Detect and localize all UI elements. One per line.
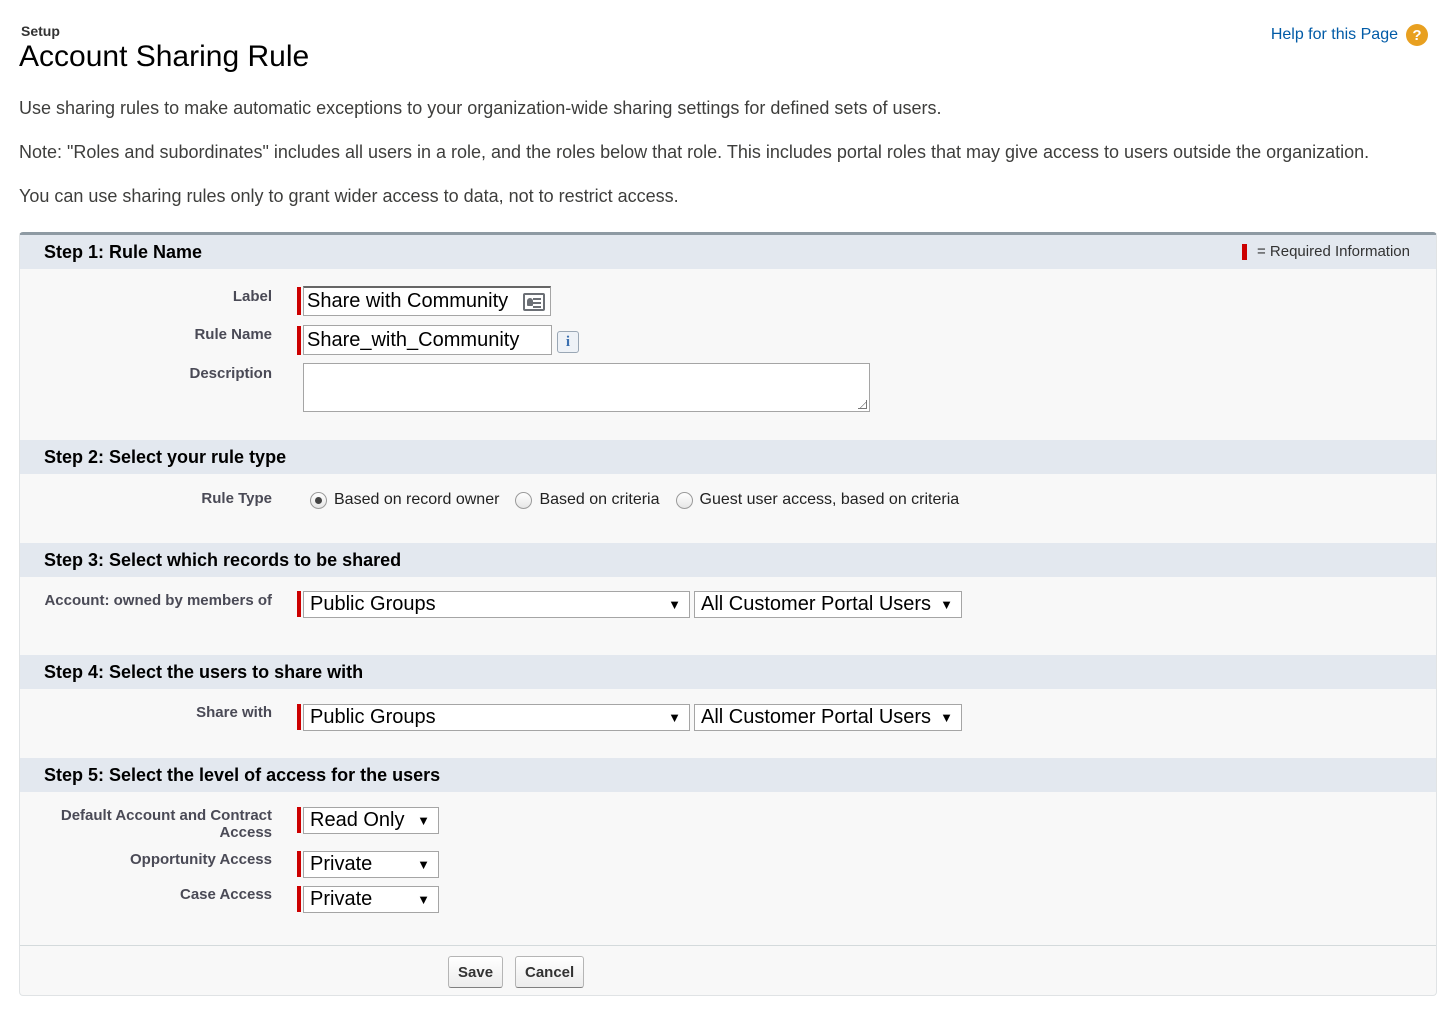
radio-unchecked-icon[interactable] — [675, 491, 693, 509]
dropdown-arrow-icon: ▼ — [417, 813, 430, 828]
owned-by-group-value: All Customer Portal Users — [701, 593, 932, 615]
owned-by-type-select[interactable]: Public Groups ▼ — [303, 591, 690, 618]
sharing-rule-form: Step 1: Rule Name = Required Information… — [19, 232, 1437, 996]
required-marker — [297, 886, 301, 912]
setup-eyebrow: Setup — [21, 23, 60, 39]
info-icon[interactable]: i — [557, 331, 579, 353]
rule-type-option-label: Based on criteria — [539, 491, 660, 508]
opportunity-access-select[interactable]: Private ▼ — [303, 851, 439, 878]
rule-type-radio-group: Based on record owner Based on criteria … — [310, 491, 975, 509]
rule-type-option-record-owner[interactable]: Based on record owner — [310, 491, 499, 509]
required-marker — [297, 326, 301, 355]
resize-handle-icon[interactable] — [858, 400, 867, 409]
rule-type-option-guest-user[interactable]: Guest user access, based on criteria — [675, 491, 960, 509]
share-with-group-value: All Customer Portal Users — [701, 706, 932, 728]
label-input[interactable]: Share with Community — [303, 286, 551, 316]
share-with-field-label: Share with — [196, 704, 272, 721]
account-access-select[interactable]: Read Only ▼ — [303, 807, 439, 834]
required-indicator-icon — [1241, 243, 1247, 260]
step5-header: Step 5: Select the level of access for t… — [20, 758, 1436, 792]
intro-text: Use sharing rules to make automatic exce… — [19, 98, 942, 118]
save-button[interactable]: Save — [448, 956, 504, 988]
intro-note: Note: "Roles and subordinates" includes … — [19, 142, 1370, 162]
dropdown-arrow-icon: ▼ — [940, 710, 953, 725]
owned-by-type-value: Public Groups — [310, 593, 436, 615]
dropdown-arrow-icon: ▼ — [940, 597, 953, 612]
dropdown-arrow-icon: ▼ — [668, 597, 681, 612]
share-with-group-select[interactable]: All Customer Portal Users ▼ — [694, 704, 962, 731]
label-input-value: Share with Community — [307, 290, 509, 312]
account-access-field-label: Default Account and Contract Access — [60, 807, 272, 841]
required-legend-text: = Required Information — [1256, 243, 1410, 260]
step1-title: Step 1: Rule Name — [44, 241, 203, 262]
intro-restriction-note: You can use sharing rules only to grant … — [19, 186, 679, 206]
rule-type-option-criteria[interactable]: Based on criteria — [515, 491, 660, 509]
dropdown-arrow-icon: ▼ — [668, 710, 681, 725]
help-link[interactable]: Help for this Page — [1271, 26, 1398, 44]
description-field-label: Description — [189, 365, 272, 382]
required-marker — [297, 807, 301, 833]
rule-name-field-label: Rule Name — [194, 326, 272, 343]
label-field-label: Label — [232, 288, 272, 305]
share-with-type-select[interactable]: Public Groups ▼ — [303, 704, 690, 731]
step3-header: Step 3: Select which records to be share… — [20, 543, 1436, 577]
account-access-value: Read Only — [310, 809, 405, 831]
help-link-group[interactable]: Help for this Page ? — [1271, 24, 1428, 46]
radio-checked-icon[interactable] — [310, 491, 327, 509]
case-access-select[interactable]: Private ▼ — [303, 886, 439, 913]
rule-name-input[interactable]: Share_with_Community — [303, 325, 552, 355]
step1-header: Step 1: Rule Name = Required Information — [20, 235, 1436, 269]
step5-title: Step 5: Select the level of access for t… — [44, 764, 441, 785]
step2-header: Step 2: Select your rule type — [20, 440, 1436, 474]
dropdown-arrow-icon: ▼ — [417, 892, 430, 907]
required-marker — [297, 851, 301, 877]
step2-title: Step 2: Select your rule type — [44, 446, 287, 467]
rule-type-option-label: Based on record owner — [334, 491, 500, 508]
radio-unchecked-icon[interactable] — [515, 491, 533, 509]
rule-type-option-label: Guest user access, based on criteria — [699, 491, 960, 508]
page-title: Account Sharing Rule — [19, 40, 310, 73]
contact-card-icon — [523, 293, 545, 311]
required-legend: = Required Information — [1241, 243, 1410, 260]
share-with-type-value: Public Groups — [310, 706, 436, 728]
description-textarea[interactable] — [303, 363, 870, 412]
step4-title: Step 4: Select the users to share with — [44, 661, 364, 682]
dropdown-arrow-icon: ▼ — [417, 857, 430, 872]
step3-title: Step 3: Select which records to be share… — [44, 549, 402, 570]
cancel-button[interactable]: Cancel — [515, 956, 585, 988]
help-icon[interactable]: ? — [1406, 24, 1428, 46]
required-marker — [297, 704, 301, 730]
owned-by-group-select[interactable]: All Customer Portal Users ▼ — [694, 591, 962, 618]
rule-type-field-label: Rule Type — [201, 490, 272, 507]
form-footer-divider — [20, 945, 1436, 946]
case-access-field-label: Case Access — [179, 886, 272, 903]
step4-header: Step 4: Select the users to share with — [20, 655, 1436, 689]
owned-by-field-label: Account: owned by members of — [44, 592, 272, 609]
opportunity-access-value: Private — [310, 853, 373, 875]
rule-name-input-value: Share_with_Community — [307, 328, 520, 351]
required-marker — [297, 591, 301, 617]
case-access-value: Private — [310, 888, 373, 910]
opportunity-access-field-label: Opportunity Access — [130, 851, 272, 868]
required-marker — [297, 287, 301, 315]
